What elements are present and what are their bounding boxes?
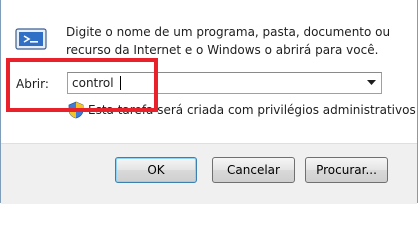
command-input[interactable]: control [72,76,114,90]
admin-note-text: Esta tarefa será criada com privilégios … [88,103,418,117]
run-dialog-icon [15,27,49,51]
dropdown-button[interactable] [363,73,381,93]
open-label: Abrir: [16,77,49,91]
cancel-button[interactable]: Cancelar [212,157,295,183]
run-dialog: Digite o nome de um programa, pasta, doc… [0,0,418,204]
run-dialog-description: Digite o nome de um programa, pasta, doc… [66,25,391,57]
browse-button[interactable]: Procurar... [305,157,388,183]
text-caret [120,76,121,90]
uac-shield-icon [68,101,84,119]
ok-button[interactable]: OK [115,157,197,183]
button-bar: OK Cancelar Procurar... [1,143,417,204]
chevron-down-icon [367,80,376,85]
open-combobox[interactable]: control [67,72,382,94]
